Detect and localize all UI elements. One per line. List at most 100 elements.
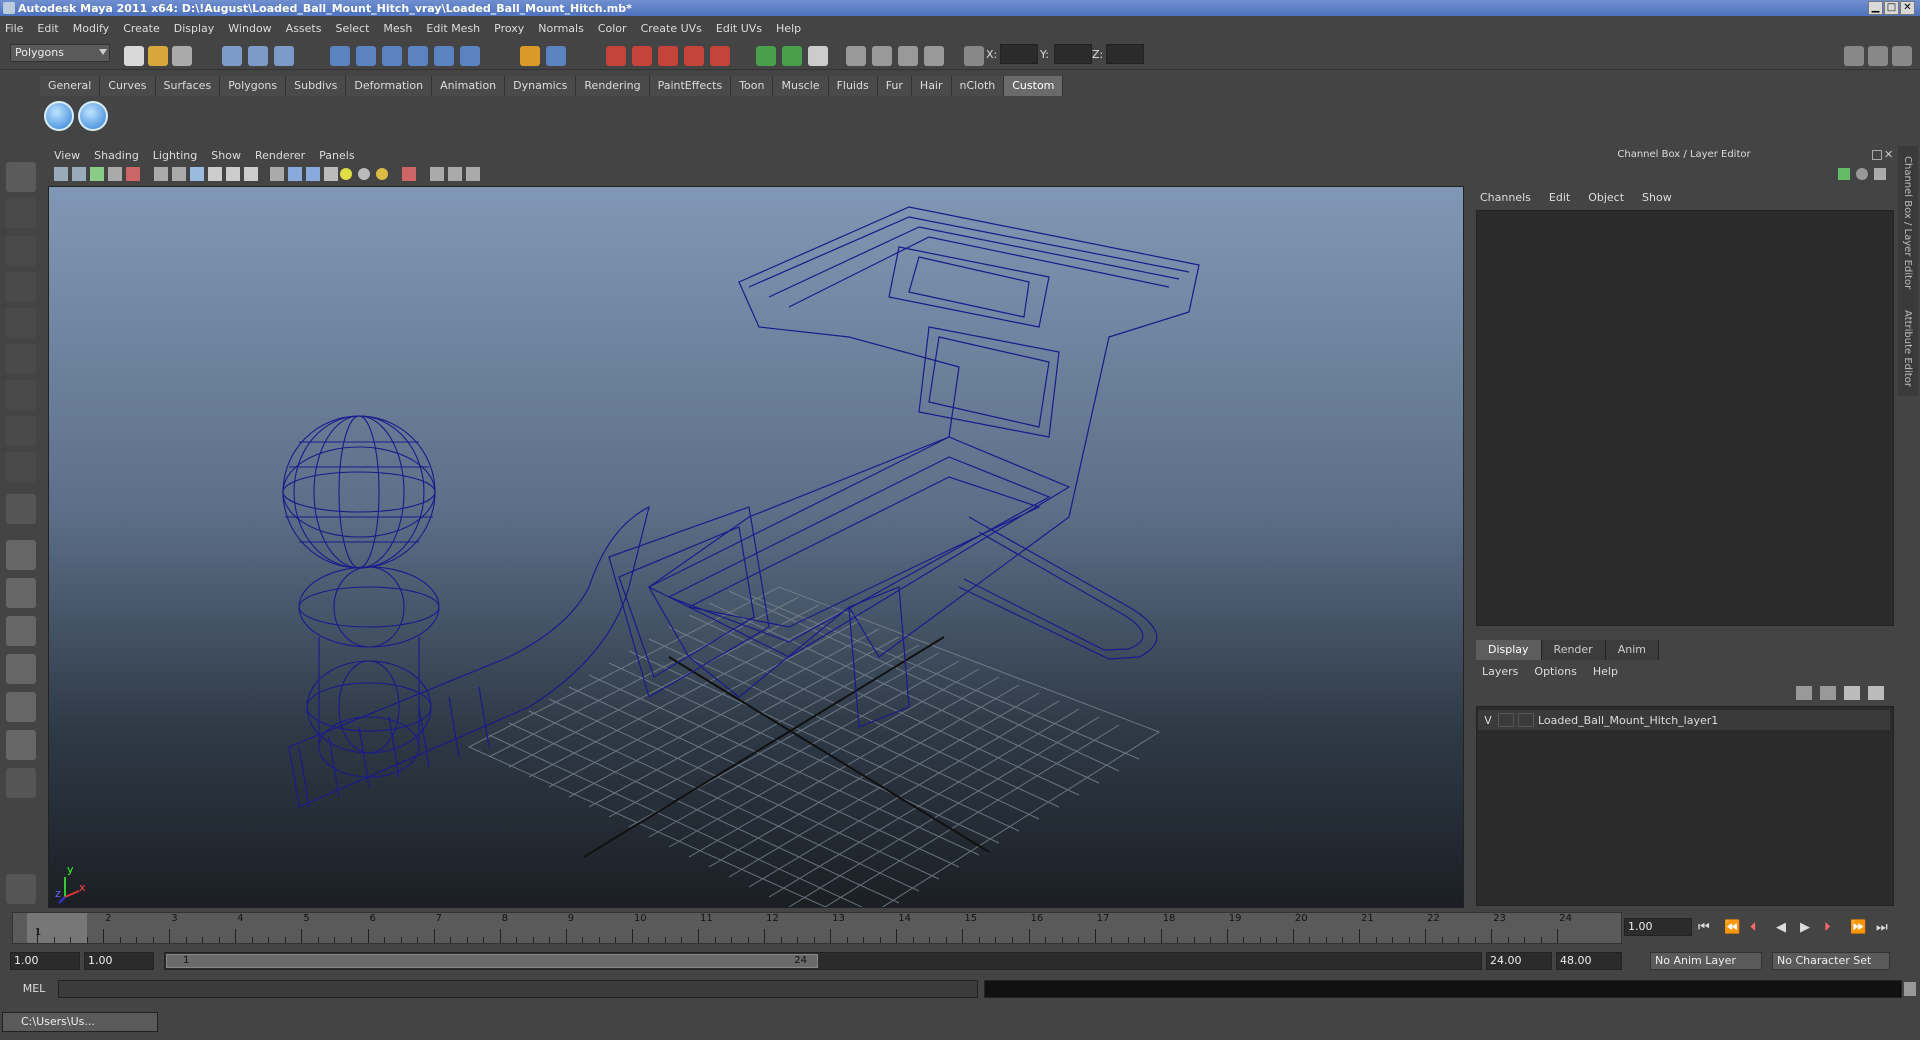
select-tool-icon[interactable] xyxy=(6,162,36,192)
viewport-menu-renderer[interactable]: Renderer xyxy=(255,149,305,162)
snap-view-plane-icon[interactable] xyxy=(408,46,428,66)
snap-live-surface-icon[interactable] xyxy=(434,46,454,66)
shelf-tab-muscle[interactable]: Muscle xyxy=(773,76,829,96)
menu-file[interactable]: File xyxy=(5,22,23,35)
step-back-frame-icon[interactable]: ⏪ xyxy=(1724,920,1740,935)
menu-set-dropdown[interactable]: Polygons xyxy=(10,44,110,62)
ui-toggle-2-icon[interactable] xyxy=(872,46,892,66)
shelf-tab-dynamics[interactable]: Dynamics xyxy=(505,76,577,96)
shelf-tab-ncloth[interactable]: nCloth xyxy=(951,76,1005,96)
ui-toggle-4-icon[interactable] xyxy=(924,46,944,66)
layout-more-icon[interactable] xyxy=(6,768,36,798)
paint-select-tool-icon[interactable] xyxy=(6,236,36,266)
layer-menu-options[interactable]: Options xyxy=(1534,665,1576,678)
new-layer-from-selected-icon[interactable] xyxy=(1868,686,1884,700)
menu-assets[interactable]: Assets xyxy=(286,22,322,35)
viewport-menu-view[interactable]: View xyxy=(54,149,80,162)
shelf-tab-subdivs[interactable]: Subdivs xyxy=(286,76,347,96)
tab-anim[interactable]: Anim xyxy=(1605,640,1659,660)
layer-type-toggle[interactable] xyxy=(1498,713,1514,727)
shelf-tab-polygons[interactable]: Polygons xyxy=(220,76,287,96)
tab-render[interactable]: Render xyxy=(1541,640,1606,660)
move-layer-down-icon[interactable] xyxy=(1820,686,1836,700)
go-to-end-icon[interactable]: ⏭ xyxy=(1876,920,1888,935)
show-hide-icon[interactable] xyxy=(808,46,828,66)
lock-icon[interactable] xyxy=(520,46,540,66)
manipulator-tool-icon[interactable] xyxy=(6,380,36,410)
play-backward-icon[interactable]: ◀ xyxy=(1776,920,1786,935)
time-slider[interactable]: 1 2 3 4 5 6 7 8 9 10 11 12 13 14 15 16 17 18 19 20 21 22 23 24 xyxy=(12,912,1622,944)
menu-display[interactable]: Display xyxy=(174,22,215,35)
anim-layer-dropdown[interactable]: No Anim Layer xyxy=(1650,952,1762,970)
snap-curve-icon[interactable] xyxy=(356,46,376,66)
minimized-window[interactable]: C:\Users\Us... xyxy=(2,1012,158,1032)
persp-graph-layout-icon[interactable] xyxy=(6,654,36,684)
shelf-tab-fluids[interactable]: Fluids xyxy=(828,76,878,96)
ui-toggle-3-icon[interactable] xyxy=(898,46,918,66)
hypershade-layout-icon[interactable] xyxy=(6,692,36,722)
shelf-tab-general[interactable]: General xyxy=(40,76,101,96)
ui-toggle-icon[interactable] xyxy=(846,46,866,66)
render-current-icon[interactable] xyxy=(606,46,626,66)
shelf-tab-fur[interactable]: Fur xyxy=(877,76,912,96)
four-view-layout-icon[interactable] xyxy=(6,578,36,608)
go-to-start-icon[interactable]: ⏮ xyxy=(1698,920,1710,935)
menu-color[interactable]: Color xyxy=(598,22,627,35)
shelf-tab-hair[interactable]: Hair xyxy=(911,76,952,96)
start-time-field[interactable]: 1.00 xyxy=(10,952,80,970)
save-scene-icon[interactable] xyxy=(172,46,192,66)
shelf-tab-deformation[interactable]: Deformation xyxy=(346,76,433,96)
play-forward-icon[interactable]: ▶ xyxy=(1800,920,1810,935)
select-hierarchy-icon[interactable] xyxy=(222,46,242,66)
channel-box-menu-object[interactable]: Object xyxy=(1588,191,1624,204)
viewport-toolbar-icons[interactable] xyxy=(46,164,646,184)
step-back-key-icon[interactable]: ⏴ xyxy=(1750,920,1757,935)
step-forward-key-icon[interactable]: ⏵ xyxy=(1824,920,1831,935)
perspective-viewport[interactable]: y x z xyxy=(48,186,1464,908)
menu-create[interactable]: Create xyxy=(123,22,160,35)
persp-outliner-layout-icon[interactable] xyxy=(6,616,36,646)
snap-grid-icon[interactable] xyxy=(330,46,350,66)
hypershade-icon[interactable] xyxy=(684,46,704,66)
menu-window[interactable]: Window xyxy=(228,22,271,35)
script-editor-icon[interactable] xyxy=(6,874,36,904)
viewport-menu-lighting[interactable]: Lighting xyxy=(153,149,197,162)
layer-color-swatch[interactable] xyxy=(1518,713,1534,727)
menu-edit-mesh[interactable]: Edit Mesh xyxy=(426,22,480,35)
soft-mod-tool-icon[interactable] xyxy=(6,416,36,446)
ipr-render-icon[interactable] xyxy=(632,46,652,66)
x-field[interactable] xyxy=(1000,44,1038,64)
custom-shelf-button-2-icon[interactable] xyxy=(78,101,108,131)
shelf-tab-curves[interactable]: Curves xyxy=(100,76,156,96)
menu-edit[interactable]: Edit xyxy=(37,22,58,35)
scale-tool-icon[interactable] xyxy=(6,344,36,374)
minimize-button[interactable]: ▁ xyxy=(1868,1,1883,15)
float-panel-icon[interactable] xyxy=(1872,150,1882,160)
script-editor-button-icon[interactable] xyxy=(1904,982,1916,996)
layer-menu-help[interactable]: Help xyxy=(1593,665,1618,678)
layer-attribute-icon[interactable] xyxy=(1838,168,1850,180)
menu-proxy[interactable]: Proxy xyxy=(494,22,524,35)
single-perspective-layout-icon[interactable] xyxy=(6,540,36,570)
pin-icon[interactable] xyxy=(1874,168,1886,180)
z-field[interactable] xyxy=(1106,44,1144,64)
shelf-tab-rendering[interactable]: Rendering xyxy=(576,76,650,96)
end-time-field[interactable]: 48.00 xyxy=(1556,952,1622,970)
layer-row[interactable]: V Loaded_Ball_Mount_Hitch_layer1 xyxy=(1478,710,1890,730)
move-layer-up-icon[interactable] xyxy=(1796,686,1812,700)
layer-visibility-toggle[interactable]: V xyxy=(1478,714,1498,727)
input-line-icon[interactable] xyxy=(756,46,776,66)
layer-name[interactable]: Loaded_Ball_Mount_Hitch_layer1 xyxy=(1538,714,1718,727)
side-tab-channel-box[interactable]: Channel Box / Layer Editor xyxy=(1902,156,1913,289)
lasso-tool-icon[interactable] xyxy=(6,198,36,228)
render-settings-icon[interactable] xyxy=(658,46,678,66)
maximize-button[interactable]: □ xyxy=(1884,1,1899,15)
channel-box-menu-edit[interactable]: Edit xyxy=(1549,191,1570,204)
shelf-tab-surfaces[interactable]: Surfaces xyxy=(155,76,221,96)
current-time-field[interactable]: 1.00 xyxy=(1624,918,1692,936)
character-set-dropdown[interactable]: No Character Set xyxy=(1772,952,1890,970)
viewport-menu-shading[interactable]: Shading xyxy=(94,149,139,162)
step-forward-frame-icon[interactable]: ⏩ xyxy=(1850,920,1866,935)
select-object-icon[interactable] xyxy=(248,46,268,66)
show-tool-settings-icon[interactable] xyxy=(1868,46,1888,66)
